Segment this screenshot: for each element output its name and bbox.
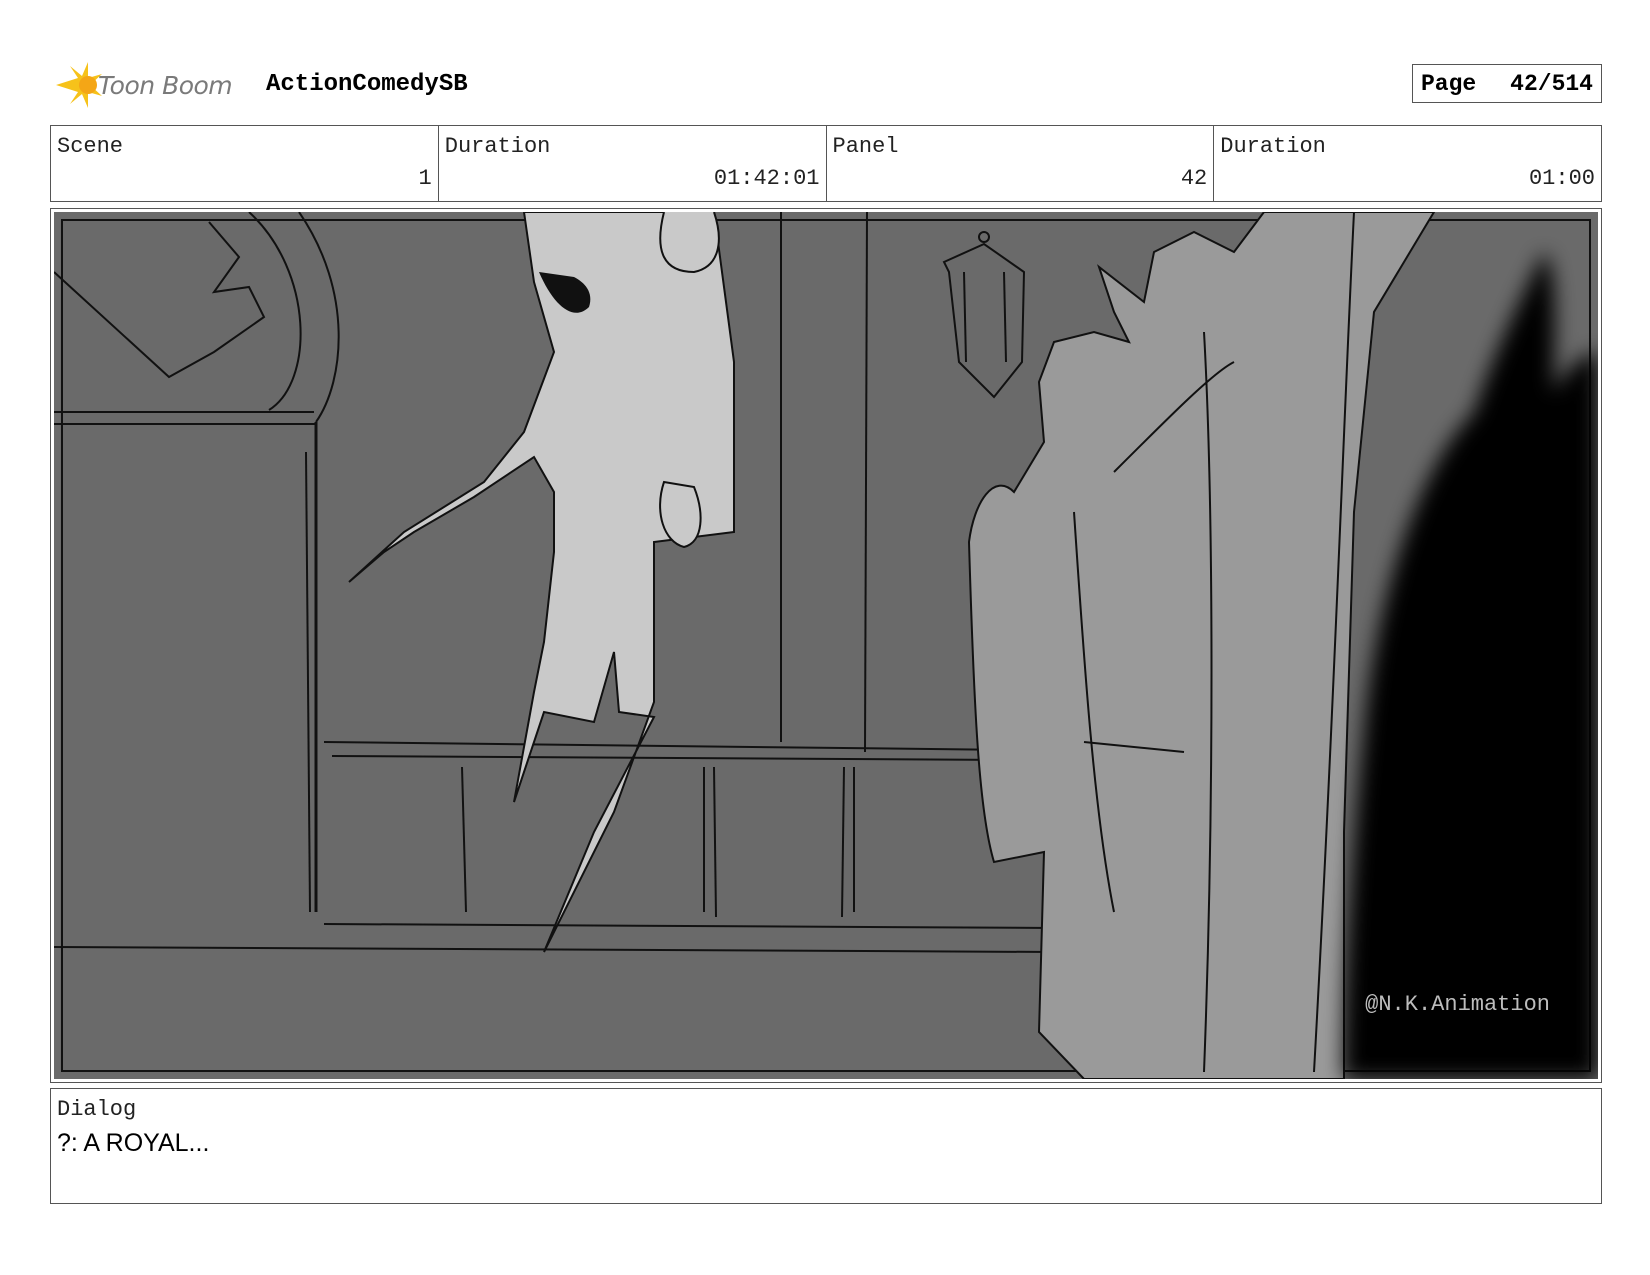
storyboard-panel: @N.K.Animation bbox=[50, 208, 1602, 1083]
scene-number: 1 bbox=[418, 166, 432, 191]
page-number: 42/514 bbox=[1510, 70, 1593, 97]
scene-cell: Scene 1 bbox=[51, 126, 439, 201]
dialog-label: Dialog bbox=[57, 1097, 137, 1122]
scene-label: Scene bbox=[57, 134, 124, 159]
dialog-box: Dialog ?: A ROYAL... bbox=[50, 1088, 1602, 1204]
panel-label: Panel bbox=[832, 134, 899, 159]
panel-duration-value: 01:00 bbox=[1528, 166, 1595, 191]
watermark: @N.K.Animation bbox=[1365, 992, 1550, 1017]
panel-duration-cell: Duration 01:00 bbox=[1214, 126, 1601, 201]
panel-number: 42 bbox=[1180, 166, 1208, 191]
storyboard-sketch: @N.K.Animation bbox=[54, 212, 1598, 1079]
panel-info-row: Scene 1 Duration 01:42:01 Panel 42 Durat… bbox=[50, 125, 1602, 202]
scene-duration-cell: Duration 01:42:01 bbox=[439, 126, 827, 201]
scene-duration-value: 01:42:01 bbox=[713, 166, 820, 191]
page-label: Page bbox=[1421, 70, 1477, 97]
page-indicator: Page 42/514 bbox=[1412, 64, 1602, 103]
panel-cell: Panel 42 bbox=[827, 126, 1215, 201]
scene-duration-label: Duration bbox=[444, 134, 551, 159]
logo-wordmark: Toon Boom bbox=[98, 70, 233, 100]
toon-boom-logo-icon bbox=[56, 62, 102, 108]
toon-boom-logo: Toon Boom bbox=[52, 58, 233, 112]
dialog-text: ?: A ROYAL... bbox=[57, 1129, 210, 1157]
panel-duration-label: Duration bbox=[1220, 134, 1326, 159]
project-title: ActionComedySB bbox=[266, 71, 468, 98]
